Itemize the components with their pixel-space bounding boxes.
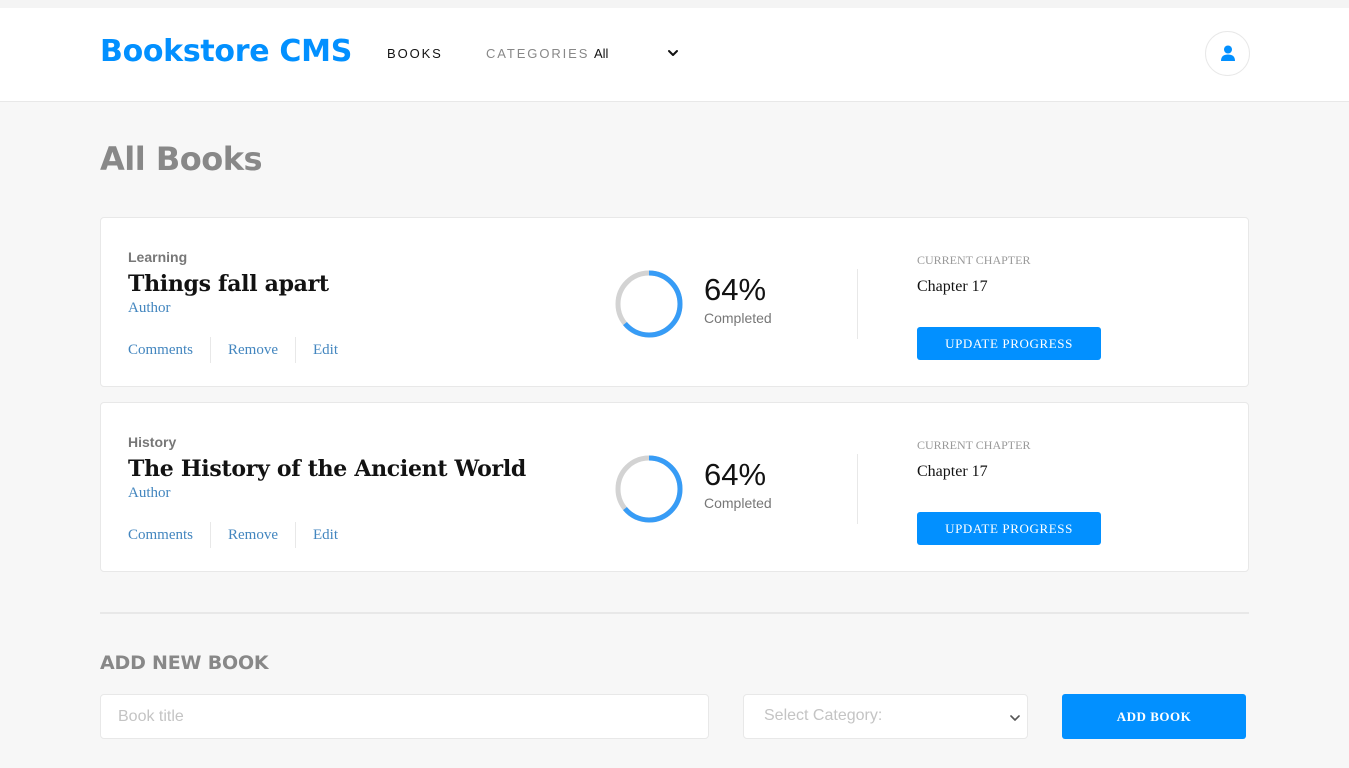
chevron-down-icon bbox=[1010, 715, 1020, 721]
progress-percent: 64% bbox=[704, 272, 767, 307]
current-chapter-label: CURRENT CHAPTER bbox=[917, 438, 1031, 452]
book-card: History The History of the Ancient World… bbox=[100, 402, 1249, 572]
current-chapter-value: Chapter 17 bbox=[917, 463, 988, 480]
progress-ring bbox=[615, 270, 683, 338]
book-actions: Comments Remove Edit bbox=[128, 337, 338, 363]
action-divider bbox=[295, 522, 297, 548]
progress-completed-label: Completed bbox=[704, 310, 772, 326]
chevron-down-icon[interactable] bbox=[664, 45, 682, 61]
action-divider bbox=[210, 337, 212, 363]
site-header: Bookstore CMS BOOKS CATEGORIES All bbox=[0, 8, 1349, 102]
add-book-button[interactable]: ADD BOOK bbox=[1062, 694, 1246, 739]
brand-logo[interactable]: Bookstore CMS bbox=[100, 34, 352, 69]
update-progress-button[interactable]: UPDATE PROGRESS bbox=[917, 512, 1101, 545]
book-category: History bbox=[128, 434, 177, 450]
nav-categories-link[interactable]: CATEGORIES bbox=[486, 46, 589, 61]
nav-books-link[interactable]: BOOKS bbox=[387, 46, 443, 61]
book-author[interactable]: Author bbox=[128, 485, 171, 502]
section-divider bbox=[100, 612, 1249, 614]
add-book-heading: ADD NEW BOOK bbox=[100, 652, 269, 674]
top-strip bbox=[0, 0, 1349, 8]
book-title: The History of the Ancient World bbox=[128, 456, 526, 482]
category-select-placeholder: Select Category: bbox=[764, 707, 883, 724]
book-title: Things fall apart bbox=[128, 271, 329, 297]
book-title-input[interactable] bbox=[100, 694, 709, 739]
user-avatar-button[interactable] bbox=[1205, 31, 1250, 76]
user-icon bbox=[1221, 45, 1235, 61]
action-divider bbox=[295, 337, 297, 363]
current-chapter-label: CURRENT CHAPTER bbox=[917, 253, 1031, 267]
comments-button[interactable]: Comments bbox=[128, 342, 193, 359]
comments-button[interactable]: Comments bbox=[128, 527, 193, 544]
edit-button[interactable]: Edit bbox=[313, 527, 338, 544]
categories-filter-value[interactable]: All bbox=[594, 46, 608, 61]
book-category: Learning bbox=[128, 249, 188, 265]
progress-completed-label: Completed bbox=[704, 495, 772, 511]
progress-percent: 64% bbox=[704, 457, 767, 492]
progress-ring bbox=[615, 455, 683, 523]
action-divider bbox=[210, 522, 212, 548]
page-title: All Books bbox=[100, 140, 263, 178]
remove-button[interactable]: Remove bbox=[228, 527, 278, 544]
category-select[interactable]: Select Category: bbox=[743, 694, 1028, 739]
book-card: Learning Things fall apart Author Commen… bbox=[100, 217, 1249, 387]
book-actions: Comments Remove Edit bbox=[128, 522, 338, 548]
remove-button[interactable]: Remove bbox=[228, 342, 278, 359]
current-chapter-value: Chapter 17 bbox=[917, 278, 988, 295]
update-progress-button[interactable]: UPDATE PROGRESS bbox=[917, 327, 1101, 360]
card-divider bbox=[857, 269, 858, 339]
card-divider bbox=[857, 454, 858, 524]
edit-button[interactable]: Edit bbox=[313, 342, 338, 359]
book-author[interactable]: Author bbox=[128, 300, 171, 317]
